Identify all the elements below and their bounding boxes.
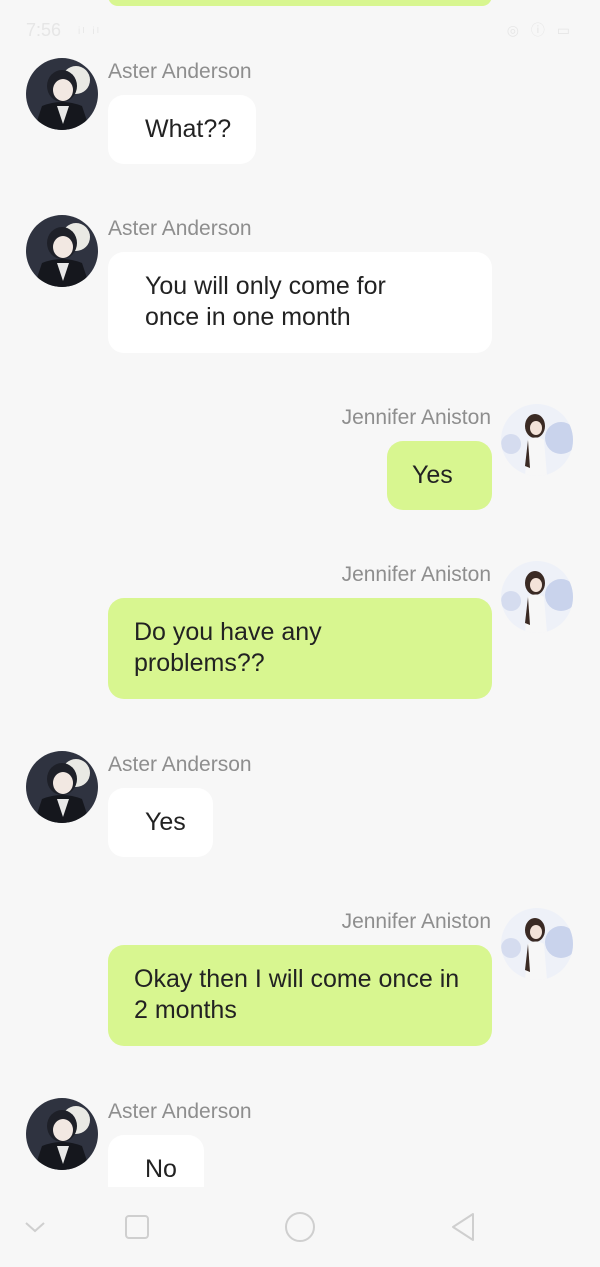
jennifer-avatar[interactable] <box>501 404 573 476</box>
system-nav-bar <box>0 1187 600 1267</box>
sender-name: Aster Anderson <box>108 1100 252 1123</box>
sender-name: Jennifer Aniston <box>341 910 491 933</box>
previous-message-bubble-edge <box>108 0 492 6</box>
message-bubble[interactable]: Yes <box>108 788 213 857</box>
signal-icon: ᵢₗ ᵢₗ <box>78 20 101 36</box>
sender-name: Aster Anderson <box>108 60 252 83</box>
sender-name: Jennifer Aniston <box>341 563 491 586</box>
sender-name: Aster Anderson <box>108 753 252 776</box>
jennifer-avatar[interactable] <box>501 908 573 980</box>
status-bar: 7:56 ᵢₗ ᵢₗ ◎ ⓘ ▭ <box>0 0 600 60</box>
message-bubble[interactable]: You will only come for once in one month <box>108 252 492 353</box>
square-recents-icon[interactable] <box>102 1187 172 1267</box>
chevron-down-icon[interactable] <box>0 1187 70 1267</box>
aster-avatar[interactable] <box>26 751 98 823</box>
message-bubble[interactable]: Okay then I will come once in 2 months <box>108 945 492 1046</box>
circle-home-icon[interactable] <box>265 1187 335 1267</box>
sender-name: Aster Anderson <box>108 217 252 240</box>
aster-avatar[interactable] <box>26 58 98 130</box>
jennifer-avatar[interactable] <box>501 561 573 633</box>
sender-name: Jennifer Aniston <box>341 406 491 429</box>
message-bubble[interactable]: Do you have any problems?? <box>108 598 492 699</box>
message-bubble[interactable]: What?? <box>108 95 256 164</box>
status-indicators-icon: ◎ ⓘ ▭ <box>506 22 574 38</box>
status-time: 7:56 <box>26 20 62 40</box>
triangle-back-icon[interactable] <box>428 1187 498 1267</box>
message-bubble[interactable]: Yes <box>387 441 492 510</box>
aster-avatar[interactable] <box>26 1098 98 1170</box>
aster-avatar[interactable] <box>26 215 98 287</box>
